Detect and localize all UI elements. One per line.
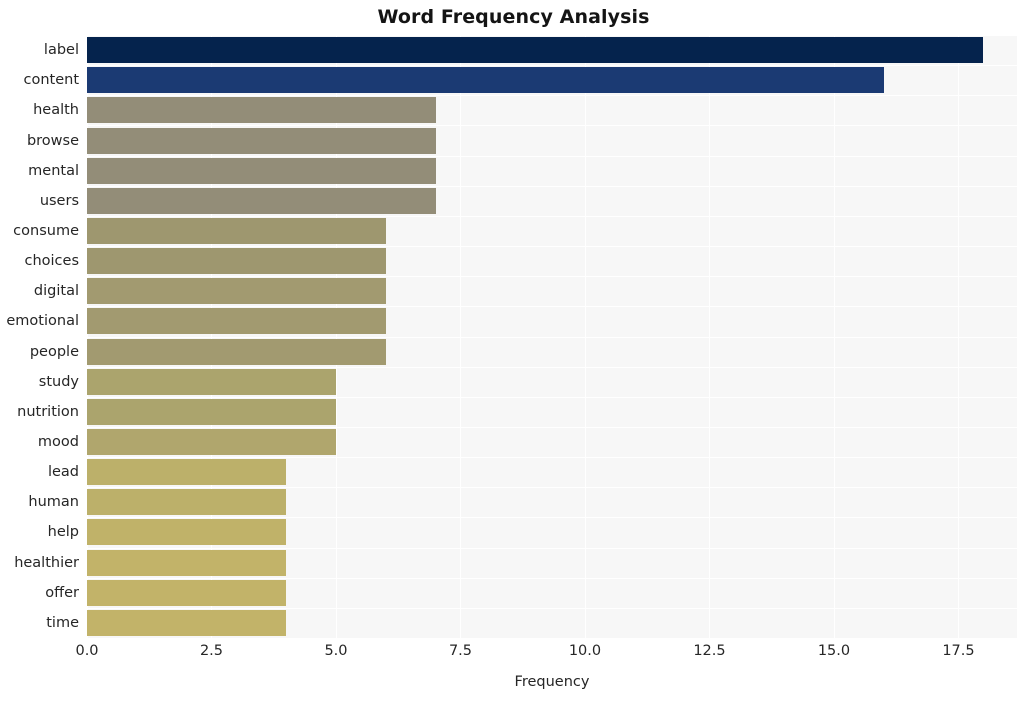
y-tick-label-mental: mental	[28, 163, 79, 179]
x-tick-label-5: 12.5	[693, 643, 726, 659]
y-tick-label-content: content	[23, 72, 79, 88]
y-tick-label-offer: offer	[45, 585, 79, 601]
x-tick-label-3: 7.5	[448, 643, 473, 659]
y-tick-label-people: people	[29, 344, 79, 360]
y-tick-label-healthier: healthier	[14, 555, 79, 571]
y-tick-label-emotional: emotional	[6, 313, 79, 329]
y-tick-label-choices: choices	[24, 253, 79, 269]
x-tick-label-7: 17.5	[942, 643, 975, 659]
y-tick-label-users: users	[39, 193, 79, 209]
x-axis-label: Frequency	[514, 674, 590, 690]
word-frequency-chart-figure: Word Frequency Analysis label content heal…	[0, 0, 1027, 701]
y-tick-label-help: help	[47, 524, 79, 540]
y-tick-label-browse: browse	[26, 133, 79, 149]
chart-title: Word Frequency Analysis	[377, 6, 650, 28]
y-tick-label-study: study	[38, 374, 79, 390]
y-tick-label-nutrition: nutrition	[17, 404, 79, 420]
y-tick-label-mood: mood	[37, 434, 79, 450]
x-axis-tick-labels: 0.0 2.5 5.0 7.5 10.0 12.5 15.0 17.5	[75, 643, 1017, 665]
y-tick-label-label: label	[43, 42, 79, 58]
x-tick-label-6: 15.0	[817, 643, 851, 659]
y-tick-label-consume: consume	[13, 223, 79, 239]
y-tick-label-time: time	[46, 615, 79, 631]
x-tick-label-4: 10.0	[568, 643, 602, 659]
x-tick-label-2: 5.0	[324, 643, 348, 659]
y-tick-label-health: health	[33, 102, 79, 118]
y-tick-label-lead: lead	[47, 464, 79, 480]
y-tick-label-digital: digital	[33, 283, 79, 299]
x-tick-label-0: 0.0	[75, 643, 99, 659]
y-axis-tick-labels: label content health browse mental users consu…	[0, 35, 1027, 638]
y-tick-label-human: human	[28, 494, 79, 510]
x-tick-label-1: 2.5	[199, 643, 224, 659]
